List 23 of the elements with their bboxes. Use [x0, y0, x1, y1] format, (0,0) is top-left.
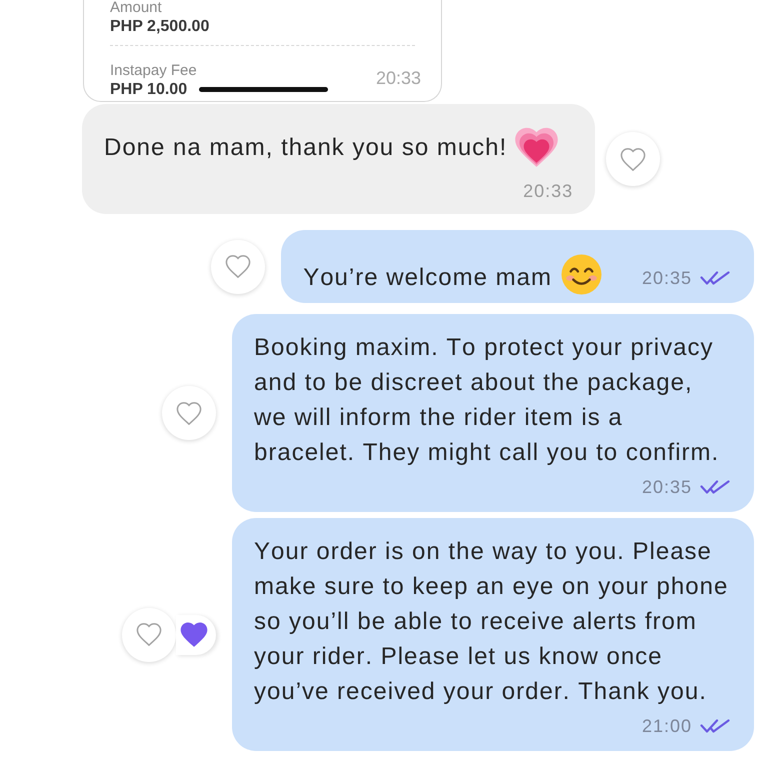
field-value: PHP 2,500.00 [110, 18, 210, 36]
react-button[interactable] [211, 240, 266, 294]
heart-outline-icon [620, 148, 646, 170]
message-text: Done na mam, thank you so much! [104, 132, 508, 162]
react-button[interactable] [162, 386, 216, 440]
heart-reaction-pill[interactable] [176, 614, 216, 654]
react-button[interactable] [122, 608, 176, 662]
image-time: 20:33 [376, 68, 421, 88]
heart-outline-icon [136, 623, 162, 646]
message-time: 20:35 [642, 267, 692, 289]
heart-outline-icon [176, 402, 202, 424]
message-time: 20:33 [523, 180, 574, 202]
field-value: PHP 10.00 [110, 81, 188, 99]
heart-outline-icon [225, 255, 252, 278]
message-text: Booking maxim. To protect your privacy and to be discreet about the package, we will inform the rider item is a bracelet. They might call you to confirm. [254, 333, 720, 468]
message-text: You’re welcome mam [303, 263, 552, 293]
field-label: Amount [110, 0, 162, 15]
message-time: 20:35 [642, 476, 692, 498]
field-label: Instapay Fee [110, 63, 197, 78]
filled-heart-icon [180, 622, 208, 647]
react-button[interactable] [606, 132, 660, 186]
message-time: 21:00 [642, 715, 692, 737]
message-text: Your order is on the way to you. Please make sure to keep an eye on your phone so you’ll be able to receive alerts from your rider. Please let us know once you’ve received your order. Thank you. [254, 537, 730, 707]
